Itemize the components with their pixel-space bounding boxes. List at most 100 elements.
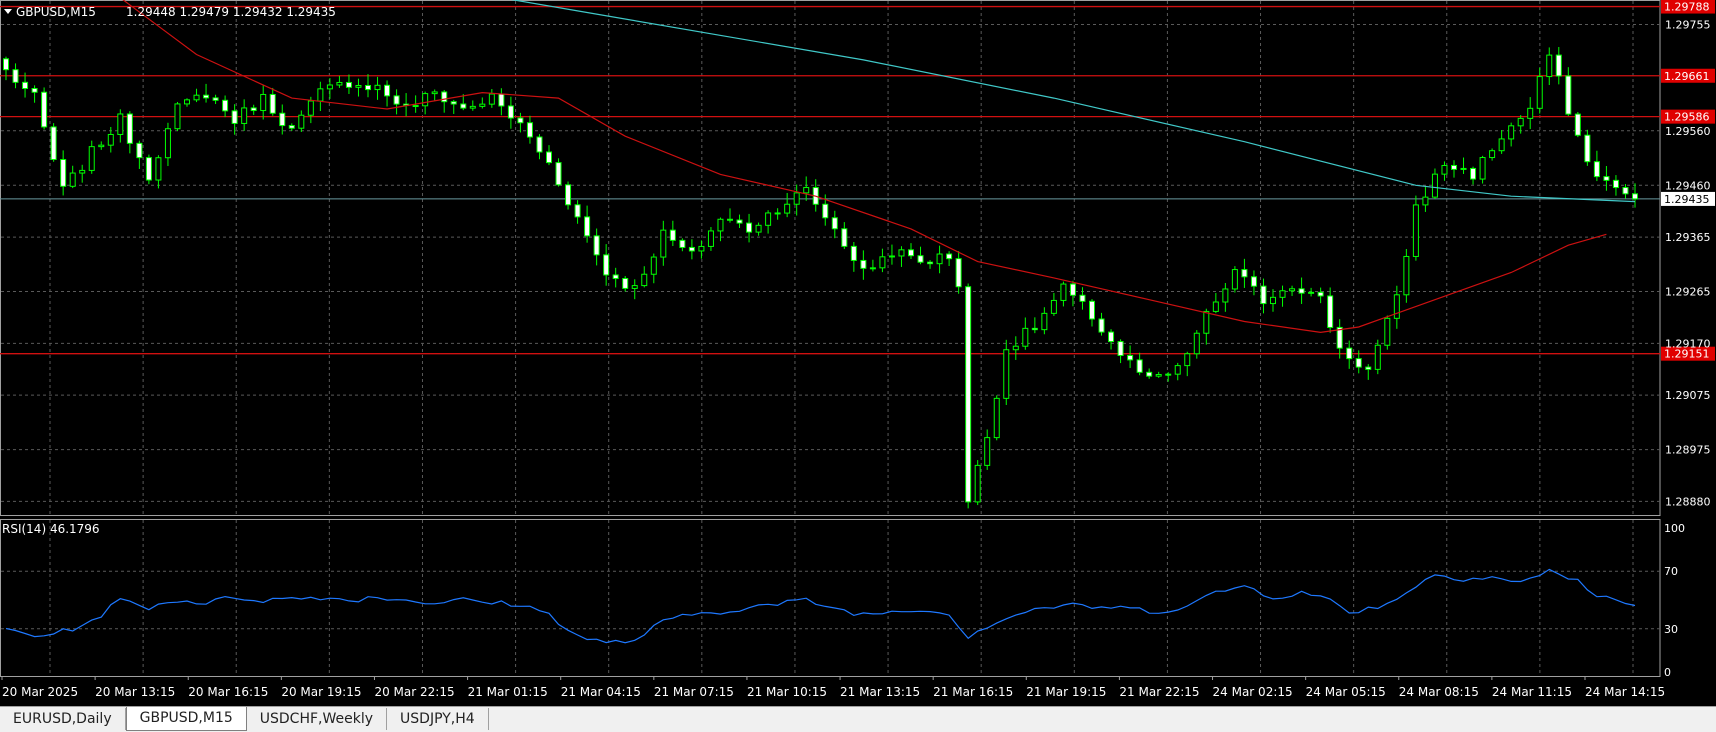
candle-body-up bbox=[869, 267, 876, 270]
candle-body-up bbox=[1441, 164, 1448, 175]
x-tick-label: 20 Mar 22:15 bbox=[374, 685, 454, 699]
current-price-label: 1.29435 bbox=[1664, 193, 1710, 206]
chart-symbol-timeframe: GBPUSD,M15 bbox=[16, 5, 96, 19]
x-tick-label: 24 Mar 05:15 bbox=[1306, 685, 1386, 699]
candle-body-up bbox=[641, 273, 648, 287]
candle-body-down bbox=[850, 245, 857, 261]
candle-body-down bbox=[1069, 283, 1076, 296]
price-level-label: 1.29661 bbox=[1664, 70, 1710, 83]
candle-body-down bbox=[41, 91, 48, 128]
candle-body-up bbox=[1222, 288, 1229, 303]
candle-body-up bbox=[936, 253, 943, 265]
candle-body-up bbox=[260, 93, 267, 112]
rsi-y-tick-label: 70 bbox=[1664, 565, 1678, 578]
candle-body-down bbox=[450, 101, 457, 105]
candle-body-up bbox=[1022, 327, 1029, 347]
y-tick-label: 1.29365 bbox=[1665, 231, 1711, 244]
overlay-labels: GBPUSD,M15 1.29448 1.29479 1.29432 1.294… bbox=[2, 5, 336, 536]
candle-body-down bbox=[222, 99, 229, 112]
x-tick-label: 24 Mar 14:15 bbox=[1585, 685, 1665, 699]
candle-body-down bbox=[441, 91, 448, 103]
candle-body-down bbox=[565, 184, 572, 206]
price-level-label: 1.29788 bbox=[1664, 1, 1710, 14]
candle-body-down bbox=[250, 107, 257, 112]
candle-body-down bbox=[1250, 276, 1257, 287]
candle-body-up bbox=[660, 229, 667, 258]
price-levels: 1.297881.296611.295861.291511.29435 bbox=[0, 0, 1715, 361]
candle-body-up bbox=[193, 94, 200, 101]
candle-body-down bbox=[60, 159, 67, 187]
rsi-y-tick-label: 0 bbox=[1664, 666, 1671, 679]
candle-body-down bbox=[736, 219, 743, 224]
candle-body-up bbox=[1270, 296, 1276, 305]
tab-gbpusd-m15[interactable]: GBPUSD,M15 bbox=[125, 707, 247, 731]
candle-body-up bbox=[1412, 204, 1419, 257]
candle-body-up bbox=[631, 285, 638, 289]
candle-body-down bbox=[860, 259, 867, 269]
candle-body-up bbox=[1279, 290, 1286, 298]
candle-body-down bbox=[1584, 134, 1591, 163]
rsi-y-tick-label: 30 bbox=[1664, 623, 1678, 636]
candle-body-up bbox=[755, 224, 762, 233]
rsi-y-tick-label: 100 bbox=[1664, 522, 1685, 535]
candle-body-up bbox=[803, 187, 810, 194]
candle-body-up bbox=[793, 192, 800, 205]
candle-body-up bbox=[1489, 150, 1496, 159]
candle-body-down bbox=[622, 278, 629, 289]
x-tick-label: 21 Mar 22:15 bbox=[1119, 685, 1199, 699]
candle-body-up bbox=[1231, 269, 1238, 290]
candle-body-up bbox=[317, 88, 324, 102]
candle-body-up bbox=[1041, 312, 1048, 331]
candle-body-up bbox=[888, 255, 895, 258]
candle-body-down bbox=[365, 84, 371, 91]
main-panel-frame bbox=[0, 0, 1661, 516]
candle-body-up bbox=[1050, 299, 1057, 314]
moving-averages bbox=[122, 0, 1636, 334]
candle-body-up bbox=[431, 91, 438, 95]
candle-body-down bbox=[841, 228, 848, 247]
candle-body-down bbox=[212, 97, 219, 101]
candle-body-up bbox=[374, 84, 381, 91]
candle-body-down bbox=[288, 125, 295, 129]
x-tick-label: 20 Mar 16:15 bbox=[188, 685, 268, 699]
tab-usdjpy-h4[interactable]: USDJPY,H4 bbox=[387, 708, 489, 730]
candle-body-up bbox=[1384, 317, 1391, 346]
candle-body-up bbox=[1517, 117, 1524, 127]
candle-body-down bbox=[203, 94, 210, 99]
candle-body-down bbox=[1241, 269, 1248, 278]
axes: 20 Mar 2025 20 Mar 13:15 20 Mar 16:15 20 Ma… bbox=[1, 19, 1711, 699]
chart-area[interactable]: 1.297881.296611.295861.291511.29435 20 M… bbox=[0, 0, 1716, 706]
candle-body-down bbox=[1098, 318, 1105, 333]
candle-body-down bbox=[393, 95, 400, 105]
x-tick-label: 21 Mar 07:15 bbox=[654, 685, 734, 699]
candle-body-up bbox=[1012, 345, 1019, 351]
candle-body-down bbox=[946, 253, 953, 260]
tab-usdchf-weekly[interactable]: USDCHF,Weekly bbox=[247, 708, 388, 730]
y-tick-label: 1.29560 bbox=[1665, 125, 1711, 138]
tab-eurusd-daily[interactable]: EURUSD,Daily bbox=[0, 708, 126, 730]
candle-body-down bbox=[555, 162, 562, 186]
candle-body-up bbox=[974, 464, 981, 503]
candle-body-up bbox=[298, 114, 305, 129]
candle-body-up bbox=[1193, 332, 1200, 355]
candle-body-down bbox=[612, 274, 619, 280]
candle-body-up bbox=[993, 397, 1000, 439]
chart-menu-triangle-icon[interactable] bbox=[4, 9, 12, 14]
candle-body-down bbox=[955, 258, 962, 288]
candle-body-up bbox=[1374, 344, 1381, 370]
candle-body-down bbox=[908, 249, 914, 257]
candle-body-down bbox=[917, 255, 924, 263]
candle-body-up bbox=[879, 256, 886, 269]
candle-body-down bbox=[1031, 327, 1038, 331]
candle-body-up bbox=[1422, 196, 1429, 206]
candle-body-down bbox=[136, 142, 143, 159]
candle-body-down bbox=[22, 81, 29, 90]
candle-body-up bbox=[307, 100, 314, 116]
candle-body-down bbox=[727, 218, 733, 221]
chart-ohlc-values: 1.29448 1.29479 1.29432 1.29435 bbox=[126, 5, 336, 19]
candle-body-up bbox=[1174, 365, 1181, 375]
candle-body-up bbox=[1479, 157, 1486, 180]
x-tick-label: 24 Mar 02:15 bbox=[1213, 685, 1293, 699]
y-tick-label: 1.29460 bbox=[1665, 179, 1711, 192]
x-tick-label: 21 Mar 04:15 bbox=[561, 685, 641, 699]
